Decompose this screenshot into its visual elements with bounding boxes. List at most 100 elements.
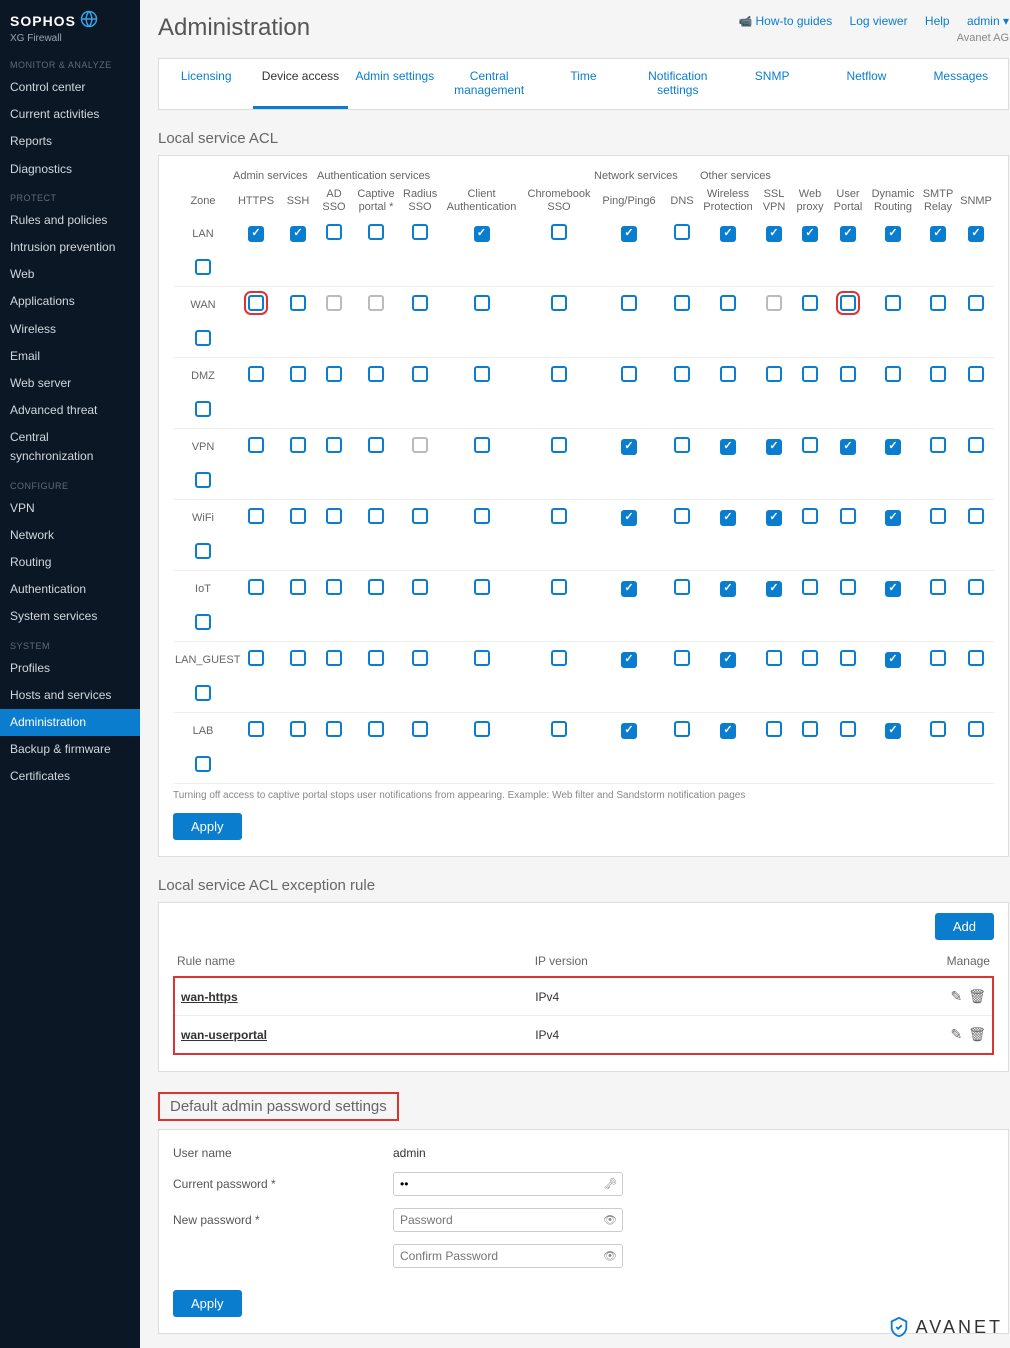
acl-checkbox[interactable] — [195, 756, 211, 772]
acl-checkbox[interactable] — [968, 366, 984, 382]
acl-checkbox[interactable] — [885, 295, 901, 311]
acl-checkbox[interactable] — [674, 721, 690, 737]
pw-apply-button[interactable]: Apply — [173, 1290, 242, 1317]
nav-item-applications[interactable]: Applications — [0, 288, 140, 315]
acl-checkbox[interactable] — [766, 650, 782, 666]
acl-checkbox[interactable] — [840, 439, 856, 455]
tab-notification-settings[interactable]: Notification settings — [631, 59, 725, 109]
acl-checkbox[interactable] — [930, 721, 946, 737]
acl-checkbox[interactable] — [248, 579, 264, 595]
acl-checkbox[interactable] — [720, 439, 736, 455]
acl-checkbox[interactable] — [290, 508, 306, 524]
acl-checkbox[interactable] — [368, 437, 384, 453]
tab-licensing[interactable]: Licensing — [159, 59, 253, 109]
acl-checkbox[interactable] — [290, 226, 306, 242]
nav-item-routing[interactable]: Routing — [0, 549, 140, 576]
acl-checkbox[interactable] — [674, 295, 690, 311]
acl-checkbox[interactable] — [621, 723, 637, 739]
rule-name-link[interactable]: wan-userportal — [181, 1028, 535, 1042]
nav-item-profiles[interactable]: Profiles — [0, 655, 140, 682]
nav-item-backup-firmware[interactable]: Backup & firmware — [0, 736, 140, 763]
howto-guides-link[interactable]: How-to guides — [738, 14, 832, 28]
nav-item-vpn[interactable]: VPN — [0, 495, 140, 522]
acl-checkbox[interactable] — [840, 366, 856, 382]
acl-checkbox[interactable] — [368, 366, 384, 382]
acl-checkbox[interactable] — [551, 650, 567, 666]
acl-checkbox[interactable] — [802, 721, 818, 737]
acl-checkbox[interactable] — [248, 437, 264, 453]
acl-checkbox[interactable] — [195, 330, 211, 346]
edit-icon[interactable]: ✎ — [950, 988, 962, 1004]
nav-item-hosts-and-services[interactable]: Hosts and services — [0, 682, 140, 709]
acl-checkbox[interactable] — [885, 366, 901, 382]
nav-item-reports[interactable]: Reports — [0, 128, 140, 155]
acl-checkbox[interactable] — [840, 721, 856, 737]
acl-checkbox[interactable] — [720, 723, 736, 739]
nav-item-diagnostics[interactable]: Diagnostics — [0, 156, 140, 183]
nav-item-certificates[interactable]: Certificates — [0, 763, 140, 790]
acl-checkbox[interactable] — [802, 437, 818, 453]
acl-checkbox[interactable] — [930, 650, 946, 666]
acl-checkbox[interactable] — [930, 437, 946, 453]
acl-checkbox[interactable] — [674, 579, 690, 595]
tab-admin-settings[interactable]: Admin settings — [348, 59, 442, 109]
acl-checkbox[interactable] — [551, 437, 567, 453]
nav-item-web-server[interactable]: Web server — [0, 370, 140, 397]
acl-checkbox[interactable] — [195, 259, 211, 275]
acl-checkbox[interactable] — [621, 652, 637, 668]
acl-checkbox[interactable] — [885, 226, 901, 242]
acl-checkbox[interactable] — [412, 579, 428, 595]
acl-checkbox[interactable] — [968, 579, 984, 595]
acl-checkbox[interactable] — [840, 226, 856, 242]
acl-checkbox[interactable] — [621, 510, 637, 526]
acl-checkbox[interactable] — [968, 650, 984, 666]
acl-checkbox[interactable] — [474, 226, 490, 242]
nav-item-current-activities[interactable]: Current activities — [0, 101, 140, 128]
acl-checkbox[interactable] — [674, 650, 690, 666]
log-viewer-link[interactable]: Log viewer — [850, 14, 908, 28]
acl-apply-button[interactable]: Apply — [173, 813, 242, 840]
acl-checkbox[interactable] — [412, 650, 428, 666]
acl-checkbox[interactable] — [551, 579, 567, 595]
acl-checkbox[interactable] — [621, 366, 637, 382]
acl-checkbox[interactable] — [474, 508, 490, 524]
user-menu[interactable]: admin ▾ — [967, 14, 1009, 28]
acl-checkbox[interactable] — [248, 226, 264, 242]
acl-checkbox[interactable] — [930, 508, 946, 524]
acl-checkbox[interactable] — [474, 721, 490, 737]
acl-checkbox[interactable] — [326, 366, 342, 382]
delete-icon[interactable]: 🗑 — [968, 988, 986, 1004]
nav-item-network[interactable]: Network — [0, 522, 140, 549]
acl-checkbox[interactable] — [968, 295, 984, 311]
acl-checkbox[interactable] — [290, 721, 306, 737]
edit-icon[interactable]: ✎ — [950, 1026, 962, 1042]
acl-checkbox[interactable] — [412, 366, 428, 382]
acl-checkbox[interactable] — [368, 224, 384, 240]
nav-item-rules-and-policies[interactable]: Rules and policies — [0, 207, 140, 234]
acl-checkbox[interactable] — [551, 721, 567, 737]
acl-checkbox[interactable] — [195, 401, 211, 417]
nav-item-email[interactable]: Email — [0, 343, 140, 370]
acl-checkbox[interactable] — [621, 439, 637, 455]
nav-item-intrusion-prevention[interactable]: Intrusion prevention — [0, 234, 140, 261]
acl-checkbox[interactable] — [802, 366, 818, 382]
acl-checkbox[interactable] — [326, 721, 342, 737]
acl-checkbox[interactable] — [474, 579, 490, 595]
current-password-input[interactable] — [393, 1172, 623, 1196]
acl-checkbox[interactable] — [326, 224, 342, 240]
nav-item-central-synchronization[interactable]: Central synchronization — [0, 424, 140, 470]
acl-checkbox[interactable] — [720, 366, 736, 382]
acl-checkbox[interactable] — [290, 579, 306, 595]
acl-checkbox[interactable] — [802, 295, 818, 311]
acl-checkbox[interactable] — [968, 508, 984, 524]
acl-checkbox[interactable] — [368, 721, 384, 737]
nav-item-control-center[interactable]: Control center — [0, 74, 140, 101]
acl-checkbox[interactable] — [326, 579, 342, 595]
acl-checkbox[interactable] — [968, 437, 984, 453]
acl-checkbox[interactable] — [802, 650, 818, 666]
acl-checkbox[interactable] — [248, 366, 264, 382]
confirm-password-input[interactable] — [393, 1244, 623, 1268]
acl-checkbox[interactable] — [930, 226, 946, 242]
acl-checkbox[interactable] — [720, 226, 736, 242]
tab-messages[interactable]: Messages — [914, 59, 1008, 109]
